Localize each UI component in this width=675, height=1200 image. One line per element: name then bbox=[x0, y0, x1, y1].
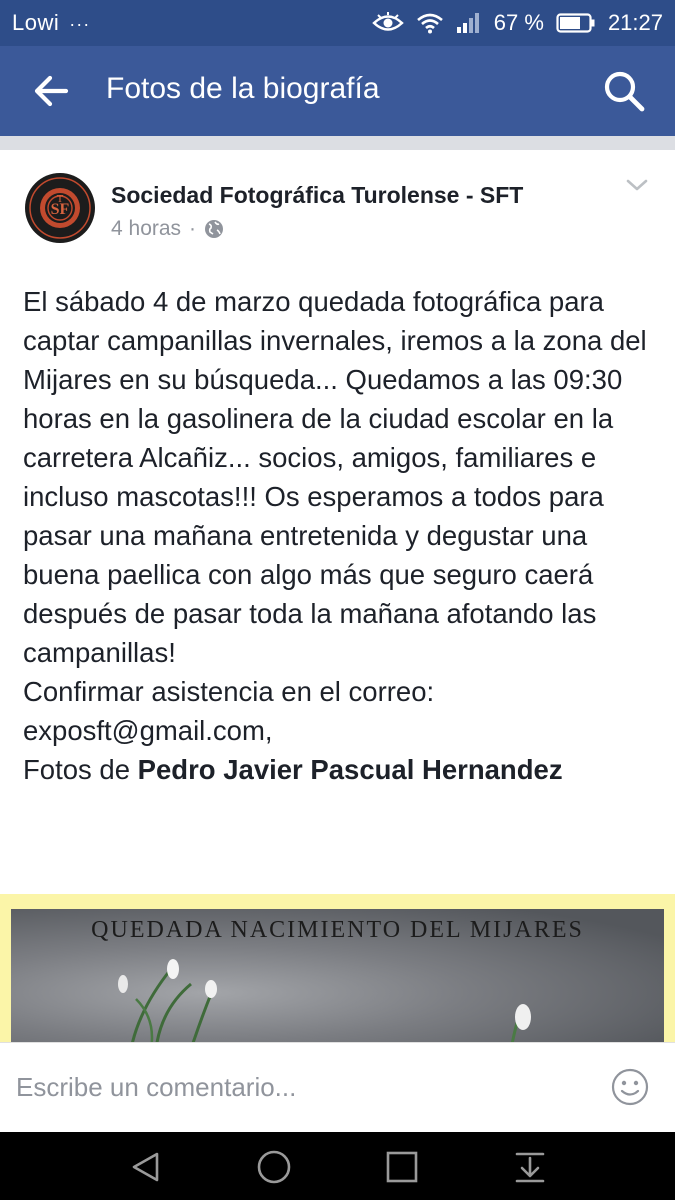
eye-comfort-icon bbox=[372, 12, 404, 31]
globe-icon bbox=[205, 220, 224, 238]
clock: 21:27 bbox=[607, 10, 663, 35]
status-icons: 67 % 21:27 bbox=[372, 8, 663, 38]
snowdrop-flowers-image bbox=[118, 959, 531, 1042]
system-nav-bar bbox=[0, 1132, 675, 1200]
square-recents-icon[interactable] bbox=[384, 1149, 420, 1185]
page-name[interactable]: Sociedad Fotográfica Turolense - SFT bbox=[111, 182, 523, 209]
comment-input[interactable]: Escribe un comentario... bbox=[16, 1072, 296, 1103]
photo-frame: QUEDADA NACIMIENTO DEL MIJARES bbox=[0, 894, 675, 1042]
post-message: El sábado 4 de marzo quedada fotográfica… bbox=[23, 286, 647, 668]
wifi-icon bbox=[416, 13, 443, 34]
post-header: SF T Sociedad Fotográfica Turolense - SF… bbox=[0, 150, 675, 270]
arrow-left-icon[interactable] bbox=[30, 70, 72, 112]
app-bar: Fotos de la biografía bbox=[0, 46, 675, 136]
pull-down-icon[interactable] bbox=[512, 1149, 548, 1185]
signal-icon bbox=[456, 13, 479, 33]
svg-text:T: T bbox=[57, 193, 64, 205]
comment-bar: Escribe un comentario... bbox=[0, 1042, 675, 1133]
credit-prefix: Fotos de bbox=[23, 754, 138, 785]
triangle-back-icon[interactable] bbox=[128, 1149, 164, 1185]
post-body: El sábado 4 de marzo quedada fotográfica… bbox=[23, 282, 663, 789]
post-meta: 4 horas · bbox=[111, 217, 224, 241]
post-credit: Fotos de Pedro Javier Pascual Hernandez bbox=[23, 750, 663, 789]
post-photo[interactable]: QUEDADA NACIMIENTO DEL MIJARES bbox=[11, 909, 664, 1042]
search-icon[interactable] bbox=[601, 68, 647, 114]
smiley-icon[interactable] bbox=[611, 1068, 649, 1106]
carrier-label: Lowi ··· bbox=[12, 10, 90, 36]
credit-name-link[interactable]: Pedro Javier Pascual Hernandez bbox=[138, 754, 563, 785]
battery-icon bbox=[556, 13, 595, 33]
meta-separator: · bbox=[189, 217, 197, 240]
circle-home-icon[interactable] bbox=[256, 1149, 292, 1185]
post-time[interactable]: 4 horas bbox=[111, 217, 181, 241]
post-email[interactable]: exposft@gmail.com, bbox=[23, 711, 663, 750]
carrier-name: Lowi bbox=[12, 10, 60, 35]
avatar[interactable]: SF T bbox=[24, 172, 96, 244]
chevron-down-icon[interactable] bbox=[625, 176, 649, 194]
battery-percent: 67 % bbox=[493, 10, 544, 35]
feed-divider bbox=[0, 136, 675, 150]
post-confirm-line: Confirmar asistencia en el correo: bbox=[23, 676, 435, 707]
status-bar: Lowi ··· 67 % 21:27 bbox=[0, 0, 675, 46]
page-title: Fotos de la biografía bbox=[106, 72, 380, 105]
more-notifications-icon: ··· bbox=[69, 14, 91, 34]
